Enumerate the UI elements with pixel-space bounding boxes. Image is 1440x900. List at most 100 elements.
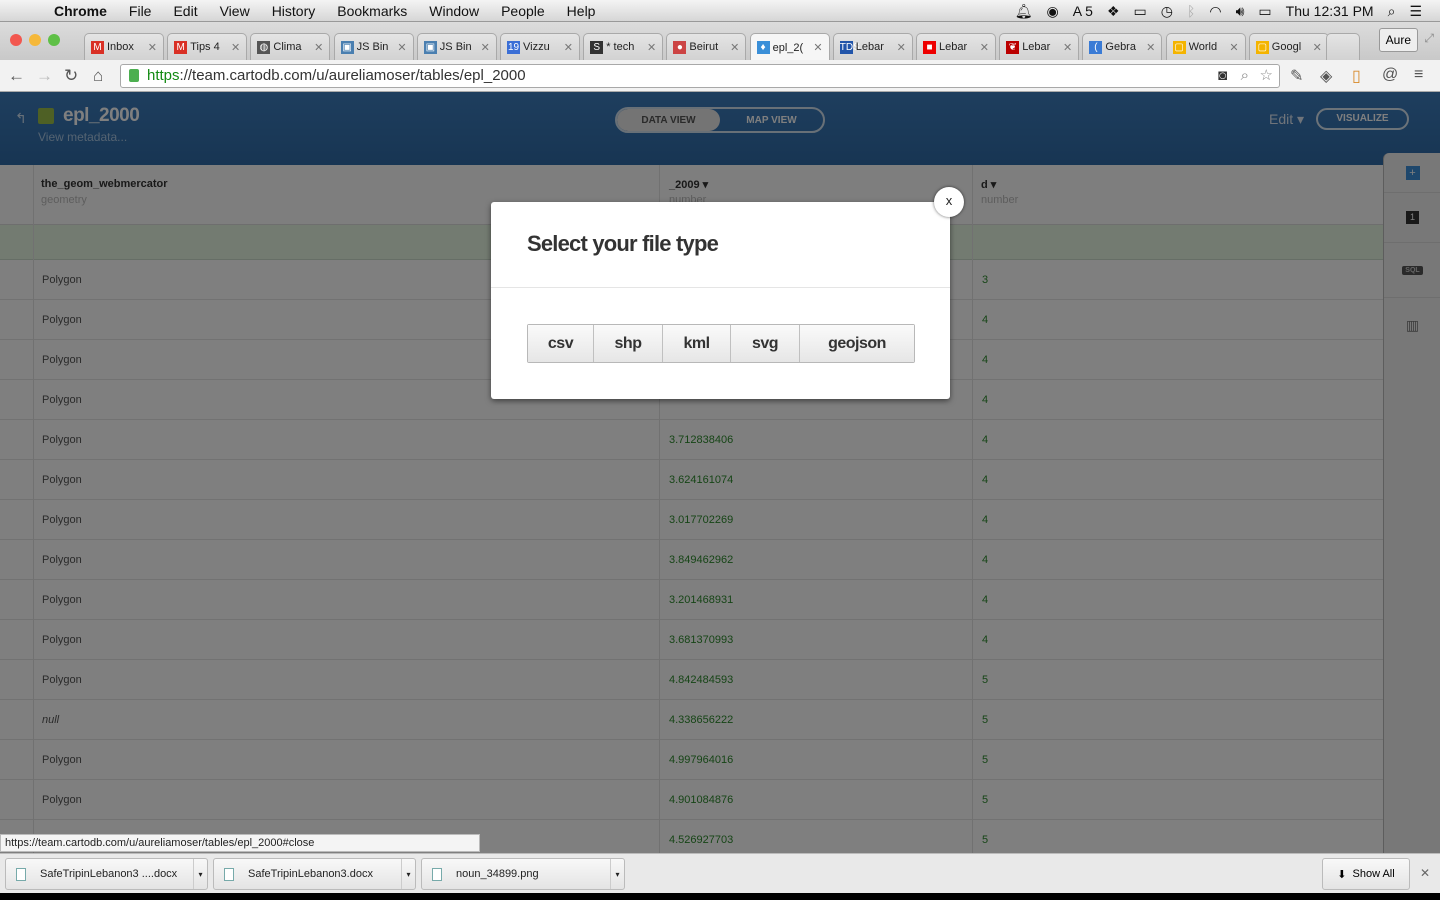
- mail-notifier-icon[interactable]: @: [1382, 66, 1398, 84]
- minimize-window-button[interactable]: [29, 34, 41, 46]
- tab-favicon-icon: M: [91, 40, 104, 54]
- dropbox-icon[interactable]: ❖: [1107, 3, 1120, 20]
- download-item[interactable]: SafeTripinLebanon3 ....docx ▾: [5, 858, 208, 890]
- menu-app[interactable]: Chrome: [54, 3, 107, 19]
- close-downloads-bar-icon[interactable]: ✕: [1420, 866, 1430, 880]
- kml-button[interactable]: kml: [663, 325, 731, 362]
- zoom-window-button[interactable]: [48, 34, 60, 46]
- time-machine-icon[interactable]: ◷: [1161, 3, 1173, 20]
- tab-close-icon[interactable]: ✕: [1063, 41, 1072, 54]
- d3-extension-icon[interactable]: ▯: [1352, 66, 1361, 86]
- chrome-menu-icon[interactable]: ≡: [1414, 66, 1423, 84]
- menu-history[interactable]: History: [272, 3, 316, 19]
- close-window-button[interactable]: [10, 34, 22, 46]
- tab-close-icon[interactable]: ✕: [397, 41, 406, 54]
- browser-tab[interactable]: ▣ JS Bin ✕: [333, 33, 414, 60]
- tab-label: Lebar: [1022, 41, 1051, 53]
- spotlight-icon[interactable]: ⌕: [1388, 3, 1396, 20]
- airplay-icon[interactable]: ▭: [1134, 3, 1147, 20]
- notification-bell-icon[interactable]: 🔔︎: [1015, 3, 1033, 20]
- download-name: SafeTripinLebanon3.docx: [248, 868, 373, 880]
- browser-tab[interactable]: ▢ Googl ✕: [1248, 33, 1329, 60]
- wifi-icon[interactable]: ◠: [1209, 3, 1221, 20]
- file-type-buttons: csv shp kml svg geojson: [527, 324, 915, 363]
- adobe-icon[interactable]: A 5: [1073, 3, 1093, 19]
- tab-favicon-icon: ●: [673, 40, 687, 54]
- pocket-icon[interactable]: ◈: [1320, 66, 1332, 86]
- menu-file[interactable]: File: [129, 3, 152, 19]
- bookmark-star-icon[interactable]: ☆: [1260, 65, 1273, 87]
- tab-close-icon[interactable]: ✕: [980, 41, 989, 54]
- browser-tab[interactable]: ❦ Lebar ✕: [999, 33, 1080, 60]
- menu-edit[interactable]: Edit: [173, 3, 197, 19]
- zoom-icon[interactable]: ⌕: [1241, 65, 1249, 87]
- tab-close-icon[interactable]: ✕: [813, 41, 822, 54]
- eyedropper-extension-icon[interactable]: ✎: [1290, 66, 1303, 86]
- tab-close-icon[interactable]: ✕: [1229, 41, 1238, 54]
- tab-close-icon[interactable]: ✕: [1313, 41, 1322, 54]
- download-menu-arrow[interactable]: ▾: [610, 859, 624, 889]
- browser-tab[interactable]: ● Beirut ✕: [666, 33, 747, 60]
- tab-label: JS Bin: [356, 41, 389, 53]
- shp-button[interactable]: shp: [594, 325, 663, 362]
- browser-tab[interactable]: (Gebra ✕: [1082, 33, 1163, 60]
- svg-button[interactable]: svg: [731, 325, 800, 362]
- browser-tab[interactable]: ▢ World ✕: [1165, 33, 1246, 60]
- tab-close-icon[interactable]: ✕: [481, 41, 490, 54]
- camera-extension-icon[interactable]: ◙: [1218, 65, 1227, 87]
- browser-tab[interactable]: 19 Vizzu ✕: [500, 33, 580, 60]
- geojson-button[interactable]: geojson: [800, 325, 914, 362]
- download-item[interactable]: SafeTripinLebanon3.docx ▾: [213, 858, 416, 890]
- url-rest: ://team.cartodb.com/u/aureliamoser/table…: [179, 67, 526, 84]
- browser-tab[interactable]: ♦ epl_2(✕: [749, 33, 830, 61]
- close-dialog-button[interactable]: x: [934, 187, 964, 217]
- browser-tab[interactable]: ■ Lebar ✕: [916, 33, 996, 60]
- browser-tab[interactable]: M Inbox ✕: [84, 33, 164, 60]
- menu-help[interactable]: Help: [567, 3, 596, 19]
- menu-bookmarks[interactable]: Bookmarks: [337, 3, 407, 19]
- tab-close-icon[interactable]: ✕: [231, 41, 240, 54]
- tab-close-icon[interactable]: ✕: [897, 41, 906, 54]
- tab-label: Beirut: [689, 41, 719, 53]
- tab-label: Tips 4: [190, 41, 220, 53]
- tab-close-icon[interactable]: ✕: [148, 41, 157, 54]
- download-item[interactable]: noun_34899.png ▾: [421, 858, 625, 890]
- forward-icon[interactable]: →: [36, 66, 53, 86]
- tab-close-icon[interactable]: ✕: [564, 41, 573, 54]
- browser-tab[interactable]: S * tech ✕: [583, 33, 664, 60]
- tab-close-icon[interactable]: ✕: [730, 41, 739, 54]
- tab-label: Clima: [273, 41, 302, 53]
- fullscreen-icon[interactable]: ⤢: [1424, 31, 1434, 46]
- clock[interactable]: Thu 12:31 PM: [1286, 3, 1374, 19]
- tab-favicon-icon: M: [174, 40, 188, 54]
- back-icon[interactable]: ←: [8, 66, 25, 86]
- show-all-downloads-button[interactable]: ⬇ Show All: [1322, 858, 1410, 890]
- tab-close-icon[interactable]: ✕: [647, 41, 656, 54]
- browser-tab[interactable]: ▣ JS Bin ✕: [416, 33, 497, 60]
- menu-view[interactable]: View: [220, 3, 250, 19]
- battery-icon[interactable]: ▭: [1258, 3, 1271, 20]
- home-icon[interactable]: ⌂: [93, 66, 103, 86]
- tab-close-icon[interactable]: ✕: [1146, 41, 1155, 54]
- tab-favicon-icon: ♦: [756, 41, 770, 54]
- menu-window[interactable]: Window: [429, 3, 479, 19]
- download-menu-arrow[interactable]: ▾: [401, 859, 415, 889]
- app-status-icon[interactable]: ◉: [1046, 3, 1058, 20]
- bluetooth-icon[interactable]: ᛒ: [1187, 3, 1195, 19]
- tab-label: World: [1188, 41, 1218, 53]
- menu-people[interactable]: People: [501, 3, 545, 19]
- download-menu-arrow[interactable]: ▾: [193, 859, 207, 889]
- tab-close-icon[interactable]: ✕: [314, 41, 323, 54]
- address-bar[interactable]: https://team.cartodb.com/u/aureliamoser/…: [120, 64, 1280, 88]
- profile-button[interactable]: Aure: [1378, 28, 1418, 52]
- browser-tab[interactable]: ◍ Clima ✕: [250, 33, 331, 60]
- reload-icon[interactable]: ↻: [64, 66, 78, 86]
- download-name: SafeTripinLebanon3 ....docx: [40, 868, 178, 880]
- browser-tab[interactable]: M Tips 4 ✕: [167, 33, 248, 60]
- browser-tab[interactable]: TDS Lebar ✕: [832, 33, 913, 60]
- new-tab-button[interactable]: [1326, 33, 1360, 60]
- csv-button[interactable]: csv: [528, 325, 594, 362]
- notification-center-icon[interactable]: ☰: [1409, 3, 1422, 20]
- volume-icon[interactable]: 🔊︎: [1236, 3, 1245, 20]
- dialog-divider: [491, 287, 950, 288]
